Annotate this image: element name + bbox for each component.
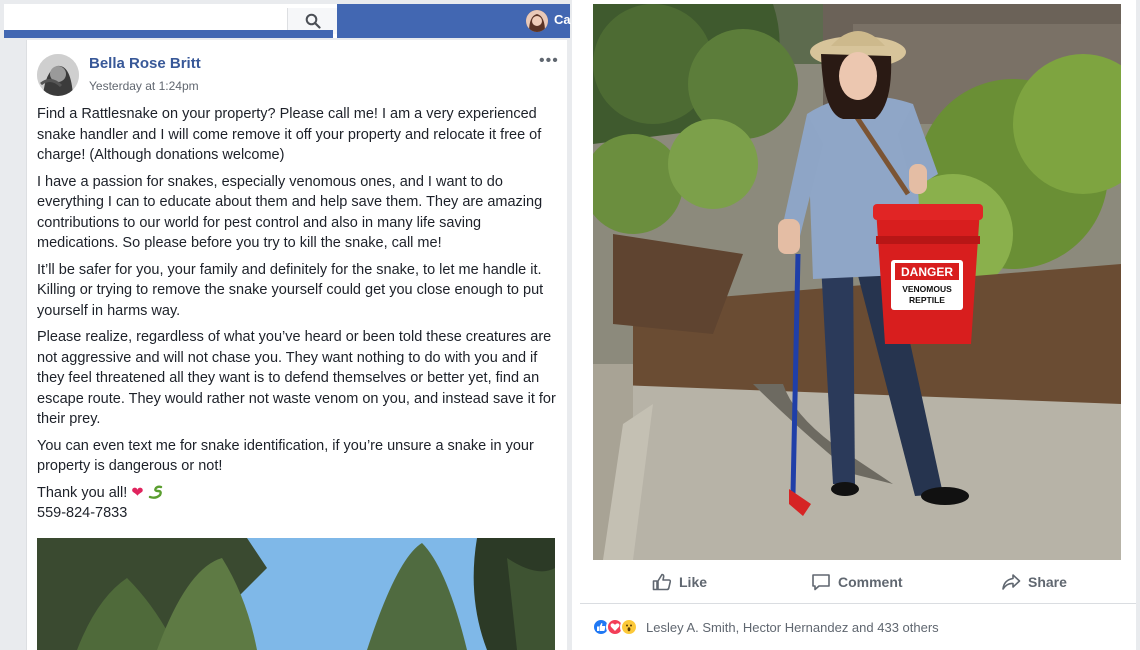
reaction-icons [592,618,638,636]
post-paragraph: I have a passion for snakes, especially … [37,173,543,252]
post-paragraph: Please realize, regardless of what you’v… [37,329,556,427]
search-icon [305,13,321,29]
thanks-text: Thank you all! [37,484,128,501]
bucket-label-danger: DANGER [901,265,953,279]
post-body: Find a Rattlesnake on your property? Ple… [37,104,557,524]
author-avatar[interactable] [37,54,79,96]
current-user-name[interactable]: Ca [554,12,571,27]
post-photo-trees[interactable] [37,538,555,650]
post-paragraph: It’ll be safer for you, your family and … [37,261,544,319]
comment-button[interactable]: Comment [811,570,903,594]
post-paragraph: You can even text me for snake identific… [37,437,534,475]
author-name-link[interactable]: Bella Rose Britt [89,55,201,72]
like-icon [652,573,672,591]
wow-reaction-icon [620,618,638,636]
like-button[interactable]: Like [652,570,707,594]
photo-post-card: DANGER VENOMOUS REPTILE Like Comment Sha… [580,0,1136,650]
heart-emoji-icon: ❤ [131,484,144,501]
like-label: Like [679,574,708,590]
right-screenshot-panel: DANGER VENOMOUS REPTILE Like Comment Sha… [580,0,1140,650]
text-post-card: Bella Rose Britt Yesterday at 1:24pm •••… [26,40,567,650]
left-screenshot-panel: Ca Bella Rose Britt Yesterday at 1:24pm … [0,0,572,650]
bucket-label-venomous: VENOMOUS [902,284,952,294]
reactions-summary-text[interactable]: Lesley A. Smith, Hector Hernandez and 43… [646,620,939,635]
post-timestamp[interactable]: Yesterday at 1:24pm [89,79,199,93]
reactions-summary[interactable]: Lesley A. Smith, Hector Hernandez and 43… [592,614,939,640]
post-paragraph: Find a Rattlesnake on your property? Ple… [37,106,542,163]
share-button[interactable]: Share [1001,570,1067,594]
phone-number[interactable]: 559-824-7833 [37,503,557,524]
comment-icon [812,574,830,591]
more-options-icon[interactable]: ••• [539,52,559,70]
share-label: Share [1028,574,1067,590]
top-bar-edge [4,30,333,38]
post-action-bar: Like Comment Share [580,562,1136,604]
bucket-label-reptile: REPTILE [909,295,945,305]
thanks-line: Thank you all! ❤ [37,483,557,504]
post-photo-snake-handler[interactable]: DANGER VENOMOUS REPTILE [593,4,1121,560]
share-icon [1002,574,1021,590]
current-user-avatar[interactable] [526,10,548,32]
comment-label: Comment [838,574,903,590]
snake-emoji-icon [148,484,164,501]
